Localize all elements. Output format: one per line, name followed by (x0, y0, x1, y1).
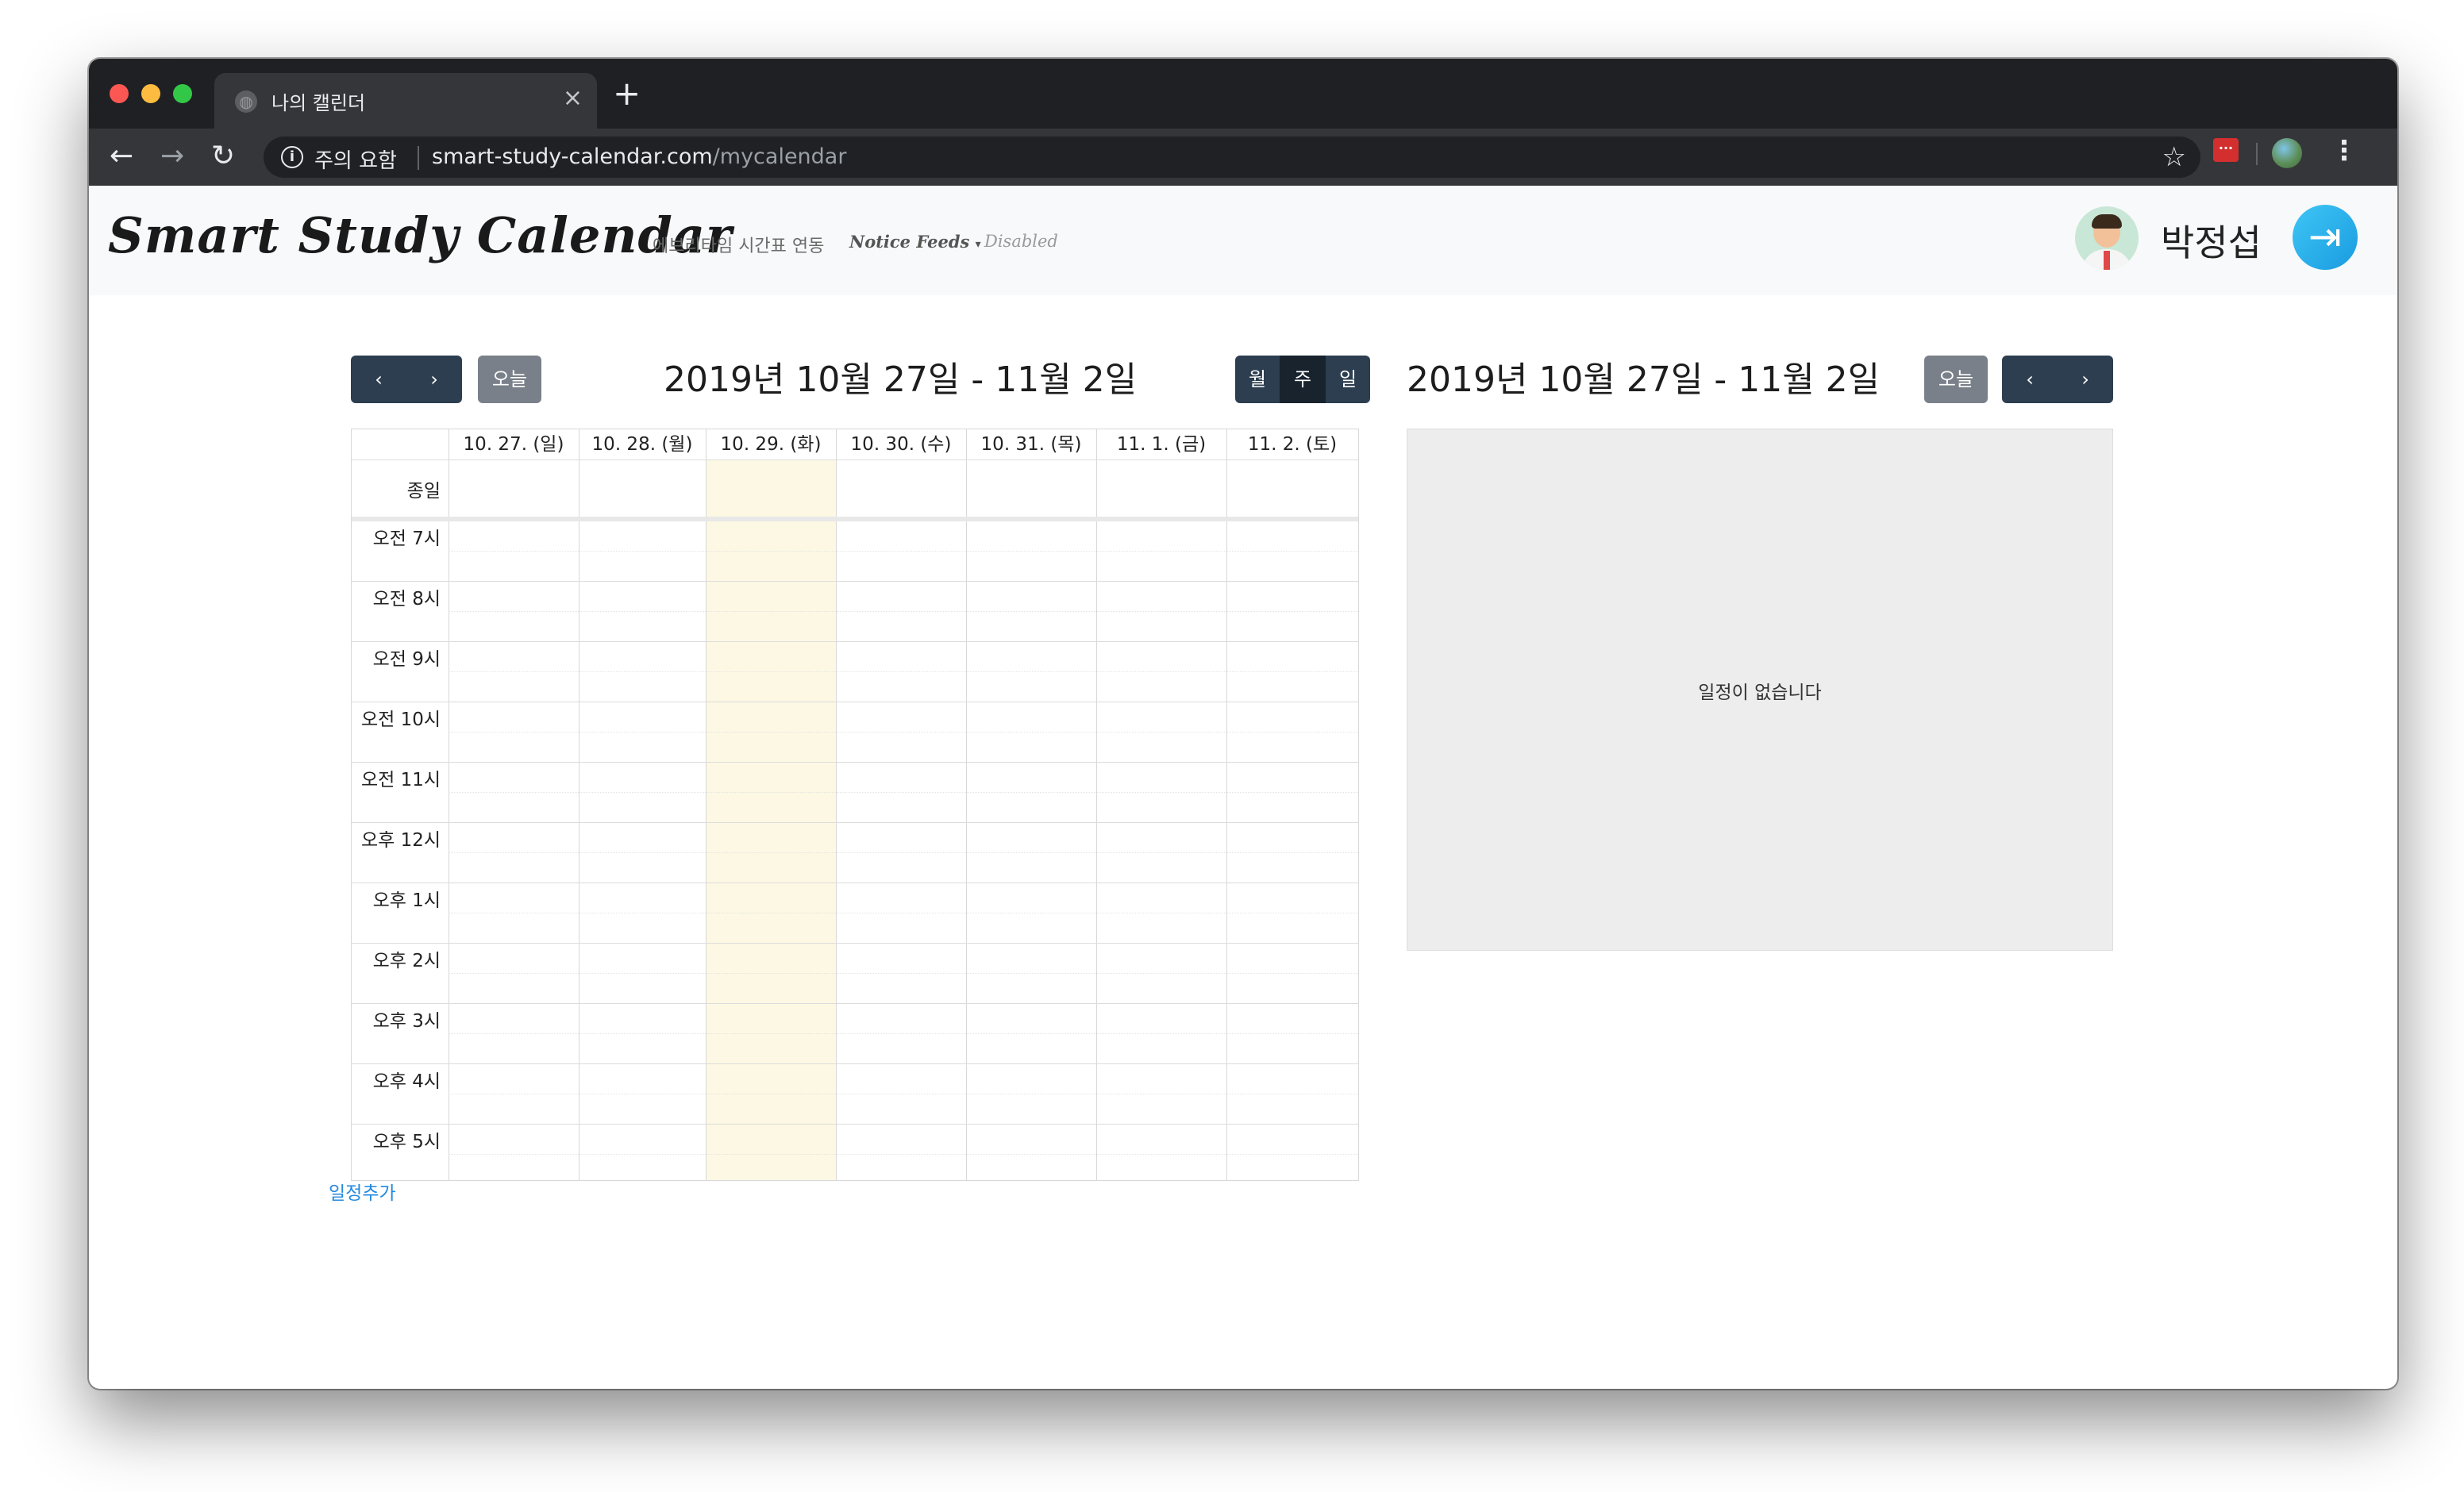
hour-line (352, 1063, 1358, 1064)
half-hour-line (449, 973, 1358, 974)
brand-logo[interactable]: Smart Study Calendar (108, 206, 733, 264)
view-switcher: 월 주 일 (1235, 356, 1370, 403)
hour-line (352, 581, 1358, 582)
list-next-button[interactable]: › (2058, 356, 2113, 403)
minimize-window-button[interactable] (141, 84, 160, 103)
half-hour-line (449, 732, 1358, 733)
calendar-title: 2019년 10월 27일 - 11월 2일 (664, 360, 1138, 400)
time-label: 오전 9시 (372, 649, 441, 670)
url-text[interactable]: smart-study-calendar.com/mycalendar (432, 144, 846, 169)
extension-icon[interactable]: ··· (2213, 138, 2239, 162)
view-week-button[interactable]: 주 (1280, 356, 1326, 403)
list-today-button[interactable]: 오늘 (1924, 356, 1988, 403)
grid-vline (1226, 429, 1227, 1180)
week-grid: 10. 27. (일) 10. 28. (월) 10. 29. (화) 10. … (351, 429, 1359, 1181)
user-name: 박정섭 (2161, 221, 2262, 264)
nav-link-disabled: Disabled (984, 232, 1058, 251)
globe-icon: ◍ (235, 90, 257, 113)
view-day-button[interactable]: 일 (1326, 356, 1370, 403)
half-hour-line (449, 792, 1358, 793)
day-header[interactable]: 11. 1. (금) (1096, 429, 1226, 460)
caret-down-icon: ▾ (975, 238, 981, 251)
all-day-label: 종일 (406, 481, 441, 502)
info-icon[interactable]: i (281, 146, 303, 168)
hour-line (352, 822, 1358, 823)
today-button[interactable]: 오늘 (478, 356, 541, 403)
address-divider (418, 146, 419, 170)
day-header[interactable]: 10. 31. (목) (966, 429, 1096, 460)
bookmark-star-icon[interactable]: ☆ (2162, 141, 2186, 173)
user-avatar[interactable] (2075, 206, 2139, 270)
add-event-link[interactable]: 일정추가 (329, 1178, 396, 1205)
toolbar-divider (2256, 143, 2258, 165)
logout-icon[interactable]: ⇥ (2293, 205, 2358, 270)
half-hour-line (449, 671, 1358, 672)
time-label: 오후 2시 (372, 951, 441, 971)
profile-avatar-icon[interactable] (2272, 138, 2302, 168)
avatar-tie (2104, 251, 2110, 270)
day-header-today[interactable]: 10. 29. (화) (706, 429, 836, 460)
tab-strip: ◍ 나의 캘린더 × + (89, 59, 2397, 129)
event-list-panel: 일정이 없습니다 (1407, 429, 2113, 951)
forward-arrow-icon[interactable]: → (160, 137, 184, 176)
hour-line (352, 641, 1358, 642)
time-label: 오후 4시 (372, 1071, 441, 1092)
address-bar[interactable]: i 주의 요함 smart-study-calendar.com/mycalen… (264, 137, 2200, 178)
url-host: smart-study-calendar.com (432, 144, 713, 169)
maximize-window-button[interactable] (173, 84, 192, 103)
all-day-divider (352, 517, 1358, 521)
tab-close-icon[interactable]: × (563, 84, 583, 112)
security-label[interactable]: 주의 요함 (314, 144, 397, 174)
hour-line (352, 943, 1358, 944)
time-label: 오전 10시 (360, 709, 441, 730)
prev-week-button[interactable]: ‹ (351, 356, 406, 403)
half-hour-line (449, 1154, 1358, 1155)
grid-vline (836, 429, 837, 1180)
day-header[interactable]: 11. 2. (토) (1226, 429, 1358, 460)
today-column-highlight (706, 460, 836, 1180)
time-label: 오전 8시 (372, 589, 441, 609)
half-hour-line (449, 852, 1358, 853)
time-label: 오후 1시 (372, 890, 441, 911)
browser-window: ◍ 나의 캘린더 × + ← → ↻ i 주의 요함 smart-study-c… (89, 59, 2397, 1389)
half-hour-line (449, 1033, 1358, 1034)
back-arrow-icon[interactable]: ← (110, 137, 133, 176)
time-label: 오후 5시 (372, 1132, 441, 1152)
time-label: 오후 12시 (360, 830, 441, 851)
time-label: 오전 11시 (360, 770, 441, 790)
notice-feeds-label: Notice Feeds (849, 232, 970, 252)
hour-line (352, 1003, 1358, 1004)
avatar-hair (2092, 214, 2122, 229)
grid-vline (1096, 429, 1097, 1180)
new-tab-button[interactable]: + (613, 77, 641, 110)
tab-title: 나의 캘린더 (271, 92, 366, 114)
list-prev-button[interactable]: ‹ (2002, 356, 2058, 403)
half-hour-line (449, 551, 1358, 552)
nav-link-notice-feeds[interactable]: Notice Feeds ▾ (849, 232, 981, 252)
hour-line (352, 1124, 1358, 1125)
list-title: 2019년 10월 27일 - 11월 2일 (1407, 360, 1881, 400)
time-label: 오전 7시 (372, 529, 441, 549)
nav-link-everytime[interactable]: 에브리타임 시간표 연동 (653, 232, 824, 257)
reload-icon[interactable]: ↻ (211, 137, 235, 176)
browser-toolbar: ← → ↻ i 주의 요함 smart-study-calendar.com/m… (89, 129, 2397, 186)
url-path: /mycalendar (712, 144, 847, 169)
hour-line (352, 762, 1358, 763)
time-label: 오후 3시 (372, 1011, 441, 1032)
half-hour-line (449, 611, 1358, 612)
app-navbar: Smart Study Calendar 에브리타임 시간표 연동 Notice… (89, 186, 2397, 295)
view-month-button[interactable]: 월 (1235, 356, 1280, 403)
kebab-menu-icon[interactable]: ⋮ (2331, 135, 2358, 167)
browser-tab[interactable]: ◍ 나의 캘린더 × (214, 73, 597, 129)
day-header[interactable]: 10. 27. (일) (449, 429, 579, 460)
close-window-button[interactable] (110, 84, 129, 103)
next-week-button[interactable]: › (406, 356, 462, 403)
empty-message: 일정이 없습니다 (1698, 683, 1822, 703)
grid-vline (966, 429, 967, 1180)
day-header[interactable]: 10. 30. (수) (836, 429, 966, 460)
day-header[interactable]: 10. 28. (월) (579, 429, 706, 460)
